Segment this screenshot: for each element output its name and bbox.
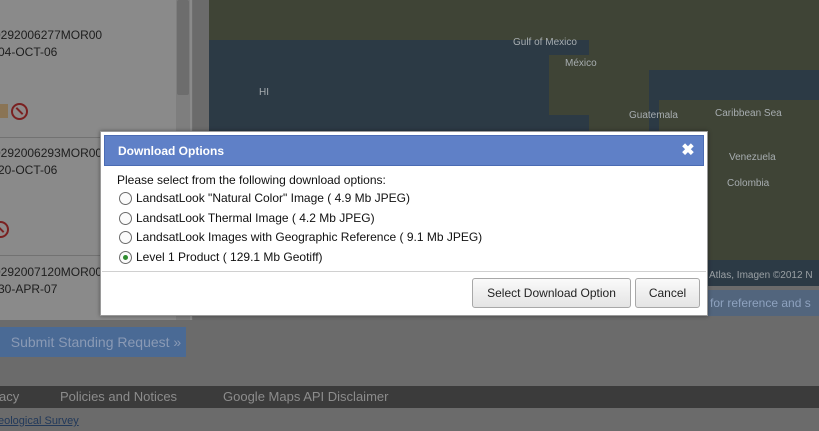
footprint-icon	[0, 104, 8, 118]
download-options-dialog: Download Options ✖ Please select from th…	[100, 131, 708, 316]
option-label: Level 1 Product ( 129.1 Mb Geotiff)	[136, 250, 323, 264]
result-date: 04-OCT-06	[0, 45, 58, 59]
option-thermal[interactable]: LandsatLook Thermal Image ( 4.2 Mb JPEG)	[119, 209, 375, 227]
map-label-colombia: Colombia	[727, 178, 770, 189]
scrollbar-thumb[interactable]	[177, 0, 189, 95]
map-label-gulf: Gulf of Mexico	[513, 37, 577, 48]
map-attribution: Atlas, Imagen ©2012 N	[709, 270, 813, 281]
dialog-divider	[102, 271, 706, 272]
result-id: 0292006277MOR00	[0, 28, 103, 42]
reference-text: for reference and s	[710, 296, 811, 310]
map-land	[589, 60, 649, 140]
footer-link-maps-disclaimer[interactable]: Google Maps API Disclaimer	[223, 386, 388, 408]
option-label: LandsatLook Thermal Image ( 4.2 Mb JPEG)	[136, 211, 375, 225]
radio-button[interactable]	[119, 230, 132, 244]
radio-button[interactable]	[119, 211, 132, 225]
footer-link-policies[interactable]: Policies and Notices	[60, 386, 177, 408]
option-level1-product[interactable]: Level 1 Product ( 129.1 Mb Geotiff)	[119, 248, 323, 266]
dialog-header: Download Options ✖	[104, 135, 704, 166]
radio-button-selected[interactable]	[119, 250, 132, 264]
exclude-icon	[11, 103, 28, 120]
map-label-venezuela: Venezuela	[729, 152, 776, 163]
option-label: LandsatLook "Natural Color" Image ( 4.9 …	[136, 191, 410, 205]
cancel-button[interactable]: Cancel	[635, 278, 700, 308]
dialog-prompt: Please select from the following downloa…	[117, 173, 386, 187]
result-item: 0292006277MOR00 04-OCT-06	[0, 27, 180, 61]
footer-bottom	[0, 408, 819, 431]
map-label-mexico: México	[565, 58, 597, 69]
map-label-guatemala: Guatemala	[629, 110, 678, 121]
dialog-title: Download Options	[118, 144, 224, 158]
option-label: LandsatLook Images with Geographic Refer…	[136, 230, 483, 244]
exclude-icon	[0, 221, 9, 238]
map-label-caribbean: Caribbean Sea	[715, 108, 782, 119]
footer-bar: acy Policies and Notices Google Maps API…	[0, 386, 819, 408]
survey-link[interactable]: eological Survey	[0, 415, 79, 427]
submit-standing-request-button[interactable]: Submit Standing Request »	[0, 327, 186, 357]
select-download-option-button[interactable]: Select Download Option	[472, 278, 631, 308]
option-natural-color[interactable]: LandsatLook "Natural Color" Image ( 4.9 …	[119, 189, 410, 207]
close-icon[interactable]: ✖	[681, 143, 695, 159]
footer-link-privacy[interactable]: acy	[0, 386, 19, 408]
radio-button[interactable]	[119, 191, 132, 205]
option-geographic-reference[interactable]: LandsatLook Images with Geographic Refer…	[119, 228, 482, 246]
map-label-hi: HI	[259, 87, 269, 98]
